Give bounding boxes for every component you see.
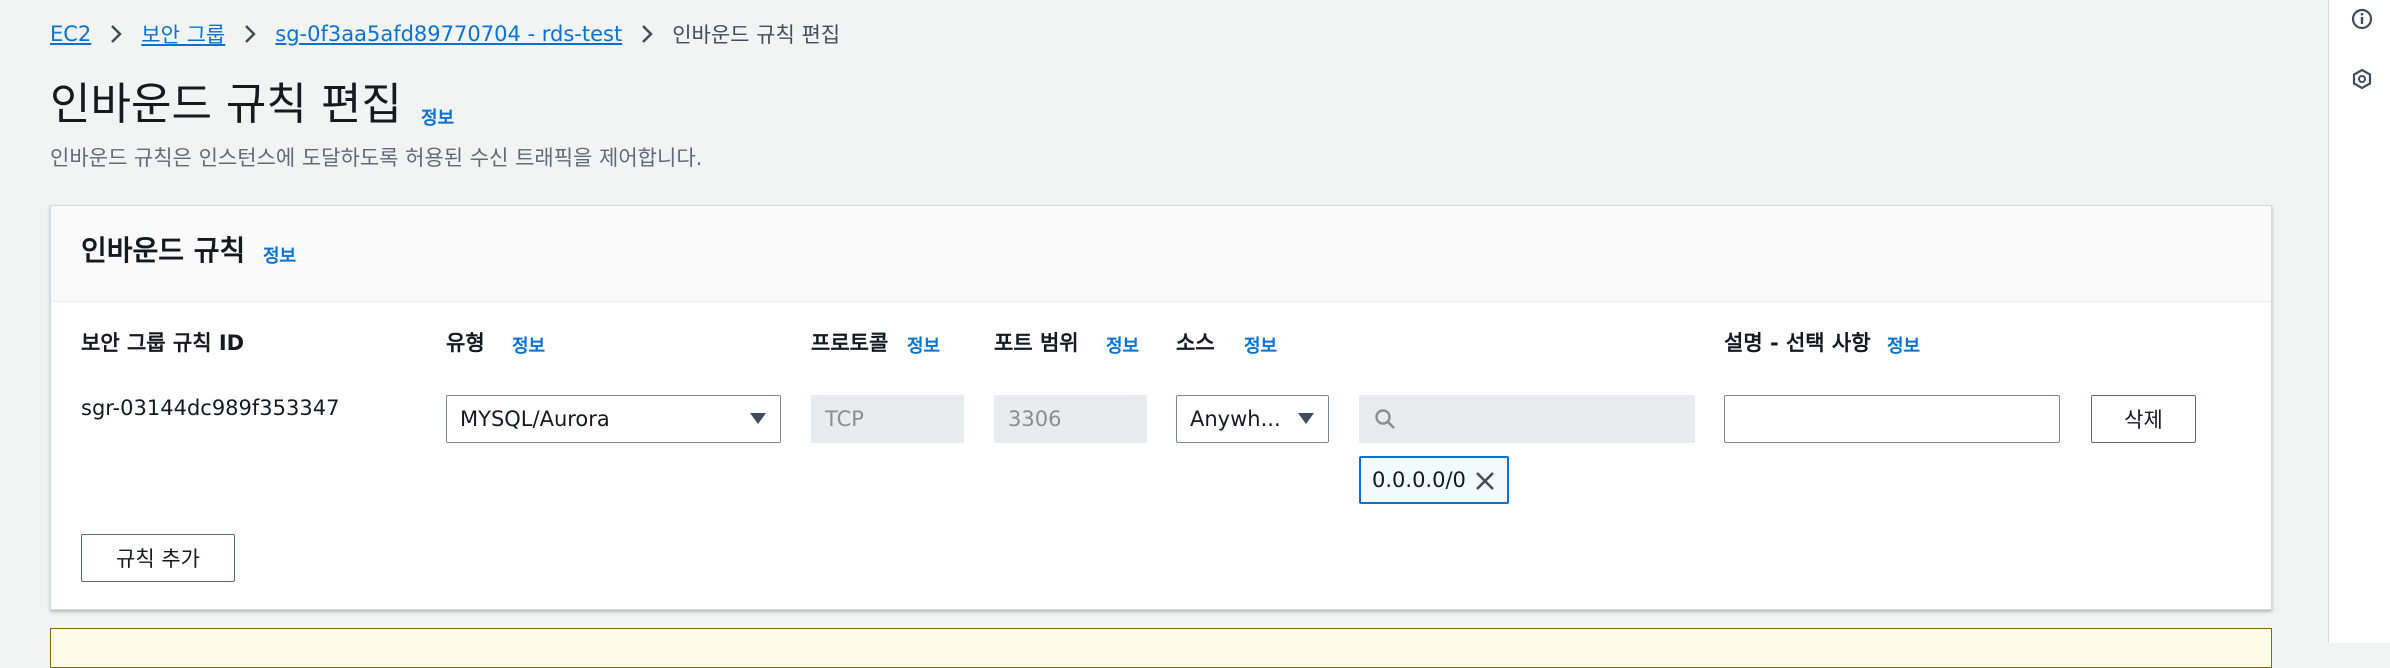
- add-rule-button[interactable]: 규칙 추가: [81, 534, 235, 582]
- close-icon[interactable]: [1473, 469, 1497, 493]
- column-source: 소스: [1176, 331, 1215, 355]
- breadcrumb-security-groups-link[interactable]: 보안 그룹: [141, 19, 225, 49]
- caret-down-icon: [750, 413, 766, 424]
- inbound-rules-panel: 인바운드 규칙 정보 보안 그룹 규칙 ID 유형 정보 프로토콜 정보 포트 …: [50, 205, 2272, 610]
- delete-rule-button[interactable]: 삭제: [2091, 395, 2196, 443]
- cidr-token-label: 0.0.0.0/0: [1372, 468, 1466, 492]
- column-port-range: 포트 범위: [994, 331, 1079, 355]
- breadcrumb-current: 인바운드 규칙 편집: [672, 23, 841, 47]
- panel-header: 인바운드 규칙 정보: [51, 206, 2271, 302]
- info-icon[interactable]: [2351, 8, 2373, 30]
- right-tools-rail: [2328, 0, 2390, 643]
- page-title: 인바운드 규칙 편집: [50, 79, 402, 130]
- protocol-field: TCP: [811, 395, 964, 443]
- rule-id: sgr-03144dc989f353347: [81, 396, 340, 420]
- column-type: 유형: [446, 331, 485, 355]
- search-icon: [1374, 408, 1396, 430]
- panel-title: 인바운드 규칙: [81, 234, 246, 267]
- description-info-link[interactable]: 정보: [1887, 332, 1920, 358]
- port-range-field: 3306: [994, 395, 1147, 443]
- type-select[interactable]: MYSQL/Aurora: [446, 395, 781, 443]
- protocol-info-link[interactable]: 정보: [907, 332, 940, 358]
- breadcrumb-security-group-link[interactable]: sg-0f3aa5afd89770704 - rds-test: [275, 22, 622, 46]
- chevron-right-icon: [109, 24, 123, 44]
- caret-down-icon: [1298, 413, 1314, 424]
- port-range-info-link[interactable]: 정보: [1106, 332, 1139, 358]
- feedback-icon[interactable]: [2351, 68, 2373, 90]
- column-protocol: 프로토콜: [811, 331, 889, 355]
- breadcrumb-ec2-link[interactable]: EC2: [50, 22, 91, 46]
- source-info-link[interactable]: 정보: [1244, 332, 1277, 358]
- panel-info-link[interactable]: 정보: [263, 242, 296, 268]
- page-info-link[interactable]: 정보: [421, 104, 454, 130]
- type-select-value: MYSQL/Aurora: [460, 407, 610, 431]
- type-info-link[interactable]: 정보: [512, 332, 545, 358]
- description-input[interactable]: [1724, 395, 2060, 443]
- alert-banner: [50, 628, 2272, 668]
- source-select[interactable]: Anywh...: [1176, 395, 1329, 443]
- page-description: 인바운드 규칙은 인스턴스에 도달하도록 허용된 수신 트래픽을 제어합니다.: [50, 146, 703, 170]
- source-select-value: Anywh...: [1190, 407, 1281, 431]
- chevron-right-icon: [243, 24, 257, 44]
- protocol-value: TCP: [825, 407, 864, 431]
- chevron-right-icon: [640, 24, 654, 44]
- column-description: 설명 - 선택 사항: [1724, 331, 1871, 355]
- source-search-input[interactable]: [1359, 395, 1695, 443]
- source-cidr-token: 0.0.0.0/0: [1359, 456, 1509, 504]
- breadcrumb: EC2 보안 그룹 sg-0f3aa5afd89770704 - rds-tes…: [50, 20, 840, 48]
- column-rule-id: 보안 그룹 규칙 ID: [81, 331, 245, 355]
- port-range-value: 3306: [1008, 407, 1062, 431]
